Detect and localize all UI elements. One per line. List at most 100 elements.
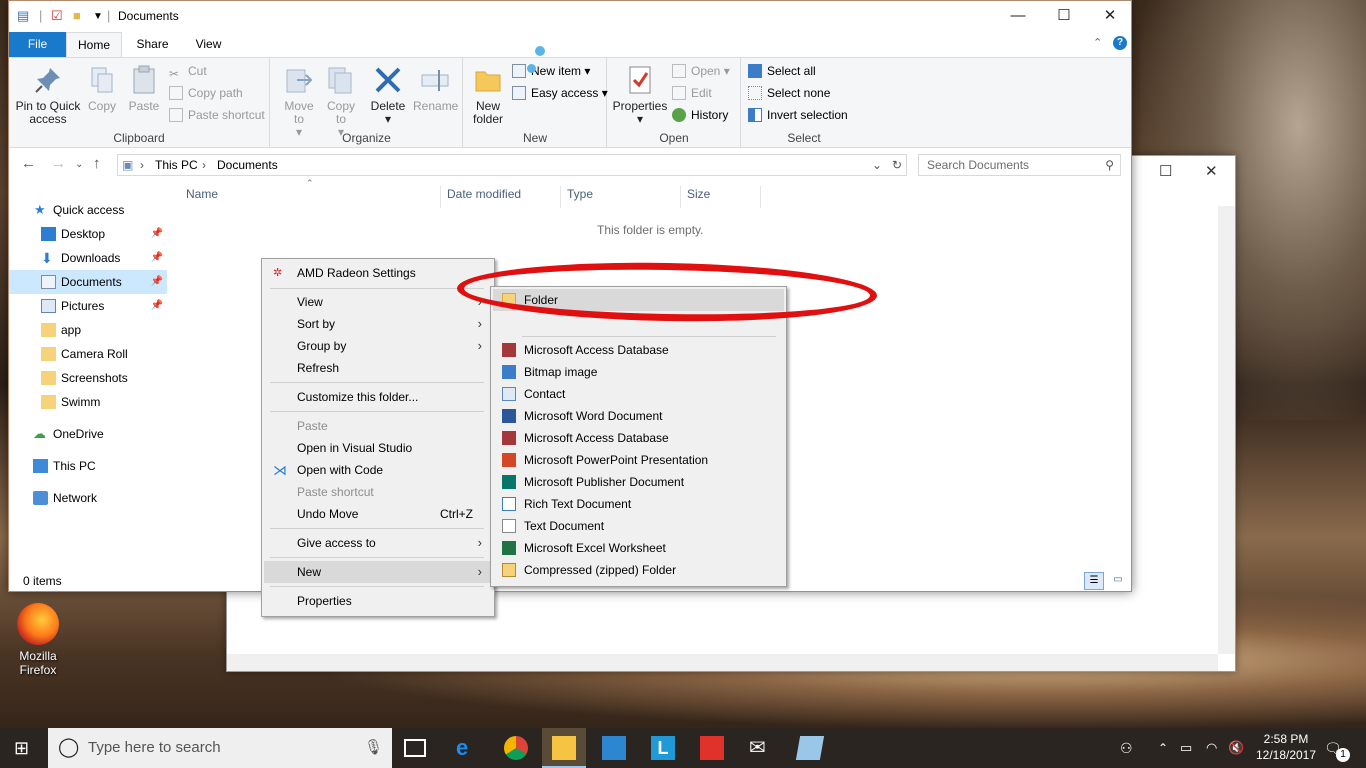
new-powerpoint-item[interactable]: Microsoft PowerPoint Presentation — [493, 449, 784, 471]
invert-selection-button[interactable]: Invert selection — [748, 105, 848, 125]
cut-button[interactable]: ✂ Cut — [169, 61, 207, 81]
store-icon[interactable] — [602, 736, 626, 760]
recent-dropdown-icon[interactable]: ⌄ — [75, 159, 83, 170]
pin-quick-access-button[interactable]: Pin to Quick access — [15, 64, 81, 126]
copy-to-button[interactable]: Copy to ▾ — [321, 64, 361, 139]
copy-path-button[interactable]: Copy path — [169, 83, 243, 103]
new-rich-text-item[interactable]: Rich Text Document — [493, 493, 784, 515]
rename-button[interactable]: Rename — [413, 64, 458, 113]
new-zipped-folder-item[interactable]: Compressed (zipped) Folder — [493, 559, 784, 581]
path-dropdown-icon[interactable]: ⌄ — [872, 155, 882, 175]
menu-paste[interactable]: Paste — [264, 415, 492, 437]
nav-item-camera-roll[interactable]: Camera Roll — [9, 342, 167, 366]
pin-icon[interactable]: 📌 — [151, 222, 163, 246]
menu-amd-radeon-settings[interactable]: ✲ AMD Radeon Settings — [264, 262, 492, 284]
help-icon[interactable]: ? — [1113, 36, 1127, 50]
easy-access-button[interactable]: Easy access ▾ — [512, 83, 608, 103]
new-folder-button[interactable]: New folder — [468, 64, 508, 126]
show-hidden-icons-icon[interactable]: ⌃ — [1158, 728, 1168, 768]
pin-icon[interactable]: 📌 — [151, 294, 163, 318]
new-excel-item[interactable]: Microsoft Excel Worksheet — [493, 537, 784, 559]
select-all-button[interactable]: Select all — [748, 61, 816, 81]
collapse-ribbon-icon[interactable]: ⌃ — [1093, 36, 1102, 49]
open-button[interactable]: Open ▾ — [672, 61, 730, 81]
nav-item-documents[interactable]: Documents 📌 — [9, 270, 167, 294]
quick-access-dropdown-icon[interactable]: ▼ — [93, 11, 103, 22]
properties-button[interactable]: Properties ▾ — [612, 64, 668, 126]
new-publisher-item[interactable]: Microsoft Publisher Document — [493, 471, 784, 493]
vertical-scrollbar[interactable] — [1218, 206, 1235, 654]
new-text-document-item[interactable]: Text Document — [493, 515, 784, 537]
lync-icon[interactable]: L — [651, 736, 675, 760]
menu-open-in-visual-studio[interactable]: Open in Visual Studio — [264, 437, 492, 459]
large-icons-view-icon[interactable]: ▭ — [1109, 572, 1127, 590]
menu-customize-folder[interactable]: Customize this folder... — [264, 386, 492, 408]
paste-button[interactable]: Paste — [125, 64, 163, 113]
address-path[interactable]: ▣ › This PC › Documents ⌄ ↻ — [117, 154, 907, 176]
task-view-icon[interactable] — [404, 739, 426, 757]
close-icon[interactable]: ✕ — [1205, 162, 1218, 180]
paste-shortcut-button[interactable]: Paste shortcut — [169, 105, 265, 125]
nav-item-onedrive[interactable]: ☁ OneDrive — [9, 422, 167, 446]
column-name[interactable]: Name — [186, 187, 218, 201]
details-view-icon[interactable]: ☰ — [1084, 572, 1104, 590]
volume-muted-icon[interactable]: 🔇 — [1228, 728, 1244, 768]
menu-group-by[interactable]: Group by › — [264, 335, 492, 357]
pinned-app-icon[interactable] — [795, 736, 825, 760]
up-arrow-icon[interactable]: ↑ — [93, 155, 101, 172]
folder-quick-icon[interactable]: ■ — [73, 8, 81, 23]
nav-item-network[interactable]: Network — [9, 486, 167, 510]
red-app-icon[interactable] — [700, 736, 724, 760]
column-size[interactable]: Size — [687, 187, 710, 201]
new-access-database-item-2[interactable]: Microsoft Access Database — [493, 427, 784, 449]
menu-new[interactable]: New › — [264, 561, 492, 583]
close-button[interactable]: ✕ — [1087, 1, 1133, 32]
nav-item-downloads[interactable]: ⬇ Downloads 📌 — [9, 246, 167, 270]
move-to-button[interactable]: Move to ▾ — [279, 64, 319, 139]
chrome-icon[interactable] — [504, 736, 528, 760]
title-bar[interactable]: ▤ | ☑ ■ ▼ | Documents — ☐ ✕ — [9, 1, 1131, 32]
nav-item-swimm[interactable]: Swimm — [9, 390, 167, 414]
menu-view[interactable]: View › — [264, 291, 492, 313]
delete-button[interactable]: Delete ▾ — [367, 64, 409, 126]
nav-item-app[interactable]: app — [9, 318, 167, 342]
menu-undo-move[interactable]: Undo Move Ctrl+Z — [264, 503, 492, 525]
menu-properties[interactable]: Properties — [264, 590, 492, 612]
nav-item-pictures[interactable]: Pictures 📌 — [9, 294, 167, 318]
breadcrumb-documents[interactable]: Documents — [217, 155, 278, 175]
battery-icon[interactable]: ▭ — [1180, 728, 1192, 768]
minimize-button[interactable]: — — [995, 1, 1041, 32]
nav-item-desktop[interactable]: Desktop 📌 — [9, 222, 167, 246]
maximize-icon[interactable]: ☐ — [1159, 162, 1172, 180]
microphone-icon[interactable]: 🎙 — [364, 728, 383, 768]
refresh-icon[interactable]: ↻ — [892, 155, 902, 175]
pin-icon[interactable]: 📌 — [151, 246, 163, 270]
wifi-icon[interactable]: ◠ — [1206, 728, 1217, 768]
people-icon[interactable]: ⚇ — [1120, 728, 1133, 768]
menu-refresh[interactable]: Refresh — [264, 357, 492, 379]
select-none-button[interactable]: Select none — [748, 83, 830, 103]
nav-item-this-pc[interactable]: This PC — [9, 454, 167, 478]
new-item-button[interactable]: New item ▾ — [512, 61, 590, 81]
properties-quick-icon[interactable]: ▤ — [17, 8, 29, 24]
breadcrumb-this-pc[interactable]: This PC — [155, 155, 198, 175]
horizontal-scrollbar[interactable] — [227, 654, 1218, 671]
mail-icon[interactable]: ✉ — [749, 736, 773, 760]
clock[interactable]: 2:58 PM 12/18/2017 — [1254, 731, 1318, 768]
back-arrow-icon[interactable]: ← — [21, 155, 36, 172]
new-bitmap-image-item[interactable]: Bitmap image — [493, 361, 784, 383]
menu-open-with-code[interactable]: ⋊ Open with Code — [264, 459, 492, 481]
history-button[interactable]: History — [672, 105, 728, 125]
column-date-modified[interactable]: Date modified — [447, 187, 521, 201]
edge-icon[interactable]: e — [456, 736, 480, 760]
column-type[interactable]: Type — [567, 187, 593, 201]
edit-button[interactable]: Edit — [672, 83, 712, 103]
nav-item-screenshots[interactable]: Screenshots — [9, 366, 167, 390]
pin-icon[interactable]: 📌 — [151, 270, 163, 294]
tab-view[interactable]: View — [181, 32, 236, 57]
menu-give-access-to[interactable]: Give access to › — [264, 532, 492, 554]
nav-item-quick-access[interactable]: ★ Quick access — [9, 198, 167, 222]
taskbar-search-input[interactable]: ◯ Type here to search 🎙 — [48, 728, 392, 768]
tab-file[interactable]: File — [9, 32, 66, 57]
search-input[interactable]: Search Documents ⚲ — [918, 154, 1121, 176]
